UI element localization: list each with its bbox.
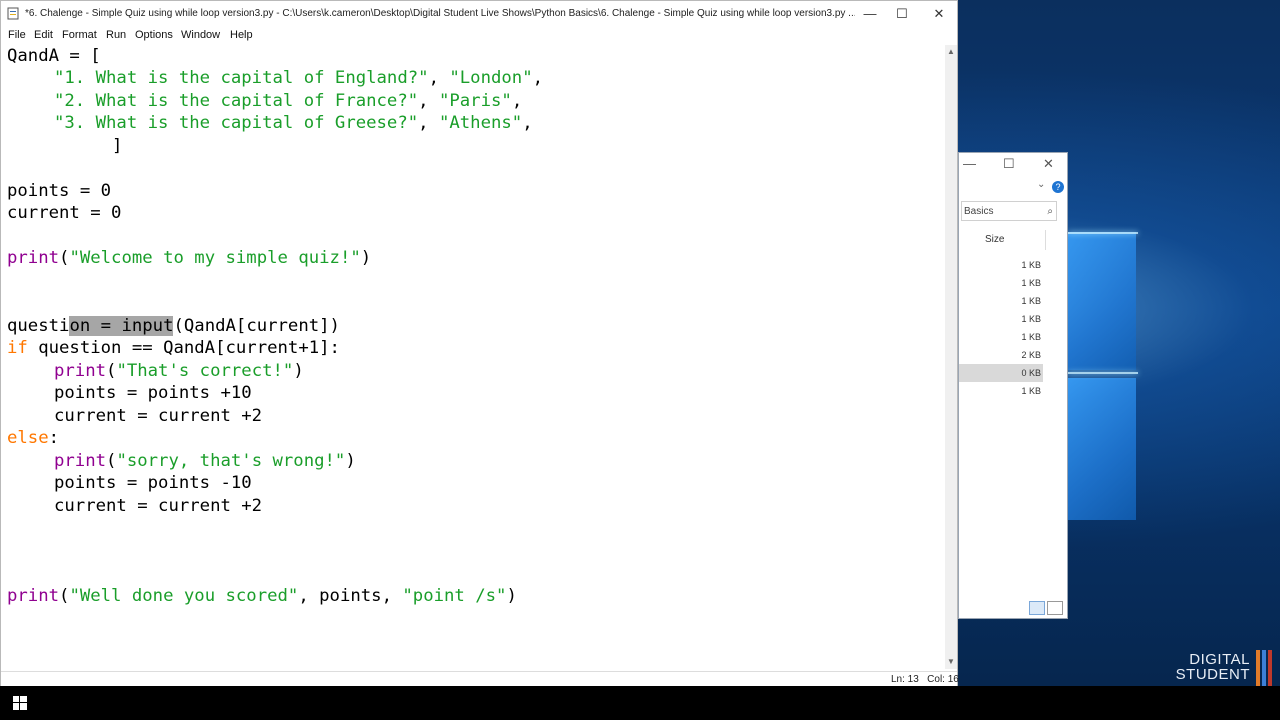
menu-file[interactable]: File: [8, 29, 26, 41]
file-size-cell[interactable]: 1 KB: [959, 328, 1043, 346]
code-line: print("Well done you scored", points, "p…: [7, 586, 517, 606]
windows-logo-icon: [13, 696, 27, 710]
cursor-position: Ln: 13 Col: 16: [891, 674, 959, 685]
menu-run[interactable]: Run: [106, 29, 126, 41]
code-line: else:: [7, 428, 60, 448]
code-line: points = 0: [7, 181, 112, 201]
file-size-cell-selected[interactable]: 0 KB: [959, 364, 1043, 382]
search-placeholder: Basics: [964, 206, 994, 217]
close-button[interactable]: ✕: [922, 4, 956, 24]
idle-editor-window[interactable]: *6. Chalenge - Simple Quiz using while l…: [0, 0, 959, 687]
code-line: ]: [112, 136, 123, 156]
code-line: "2. What is the capital of France?", "Pa…: [54, 91, 523, 111]
title-bar[interactable]: *6. Chalenge - Simple Quiz using while l…: [1, 1, 957, 27]
code-line: current = current +2: [54, 406, 263, 426]
column-header-size[interactable]: Size: [959, 230, 1046, 250]
search-icon[interactable]: ⌕: [1047, 202, 1053, 222]
menu-bar: File Edit Format Run Options Window Help: [1, 27, 957, 45]
vertical-scrollbar[interactable]: ▲ ▼: [945, 45, 957, 669]
wallpaper-light-beam: [1068, 232, 1138, 234]
code-line: points = points -10: [54, 473, 252, 493]
chevron-down-icon[interactable]: ⌄: [1037, 179, 1045, 190]
text-selection: on = input: [69, 316, 174, 336]
minimize-button[interactable]: —: [853, 4, 887, 24]
start-button[interactable]: [0, 686, 40, 720]
code-editor-text-area[interactable]: QandA = [ "1. What is the capital of Eng…: [7, 45, 937, 669]
logo-bars: [1254, 650, 1272, 689]
menu-help[interactable]: Help: [230, 29, 253, 41]
digital-student-logo: DIGITAL STUDENT: [1175, 650, 1272, 686]
details-view-icon[interactable]: [1029, 601, 1045, 615]
code-line-current: question = input(QandA[current]): [7, 316, 340, 336]
code-line: if question == QandA[current+1]:: [7, 338, 340, 358]
code-line: print("Welcome to my simple quiz!"): [7, 248, 372, 268]
wallpaper-light-beam: [1068, 372, 1138, 374]
explorer-window-controls: — ☐ ✕: [959, 153, 1067, 175]
code-line: print("sorry, that's wrong!"): [54, 451, 356, 471]
logo-line-1: DIGITAL: [1189, 651, 1250, 668]
file-size-cell[interactable]: 1 KB: [959, 256, 1043, 274]
taskbar: [0, 686, 1280, 720]
file-size-cell[interactable]: 1 KB: [959, 292, 1043, 310]
logo-line-2: STUDENT: [1175, 666, 1250, 683]
python-file-icon: [7, 7, 19, 20]
code-line: current = 0: [7, 203, 122, 223]
code-line: "3. What is the capital of Greese?", "At…: [54, 113, 533, 133]
search-input[interactable]: Basics ⌕: [961, 201, 1057, 221]
menu-format[interactable]: Format: [62, 29, 97, 41]
code-line: points = points +10: [54, 383, 252, 403]
window-title: *6. Chalenge - Simple Quiz using while l…: [25, 8, 855, 19]
code-line: QandA = [: [7, 46, 101, 66]
scroll-down-icon[interactable]: ▼: [947, 657, 955, 666]
scroll-up-icon[interactable]: ▲: [947, 47, 955, 56]
file-size-cell[interactable]: 1 KB: [959, 382, 1043, 400]
wallpaper-window-pane: [1068, 378, 1136, 520]
code-line: print("That's correct!"): [54, 361, 304, 381]
column-header-label: Size: [985, 234, 1005, 245]
menu-options[interactable]: Options: [135, 29, 173, 41]
code-line: current = current +2: [54, 496, 263, 516]
close-icon[interactable]: ✕: [1043, 156, 1054, 172]
help-icon[interactable]: ?: [1052, 181, 1064, 193]
menu-edit[interactable]: Edit: [34, 29, 53, 41]
status-bar: Ln: 13 Col: 16: [1, 671, 959, 687]
maximize-icon[interactable]: ☐: [1003, 156, 1015, 172]
file-size-cell[interactable]: 1 KB: [959, 274, 1043, 292]
maximize-button[interactable]: ☐: [885, 4, 919, 24]
large-icons-view-icon[interactable]: [1047, 601, 1063, 615]
minimize-icon[interactable]: —: [963, 156, 976, 171]
wallpaper-window-pane: [1068, 232, 1136, 370]
code-line: "1. What is the capital of England?", "L…: [54, 68, 544, 88]
file-size-cell[interactable]: 1 KB: [959, 310, 1043, 328]
file-explorer-window[interactable]: — ☐ ✕ ⌄ ? Basics ⌕ Size 1 KB 1 KB 1 KB 1…: [958, 152, 1068, 619]
file-size-cell[interactable]: 2 KB: [959, 346, 1043, 364]
menu-window[interactable]: Window: [181, 29, 220, 41]
